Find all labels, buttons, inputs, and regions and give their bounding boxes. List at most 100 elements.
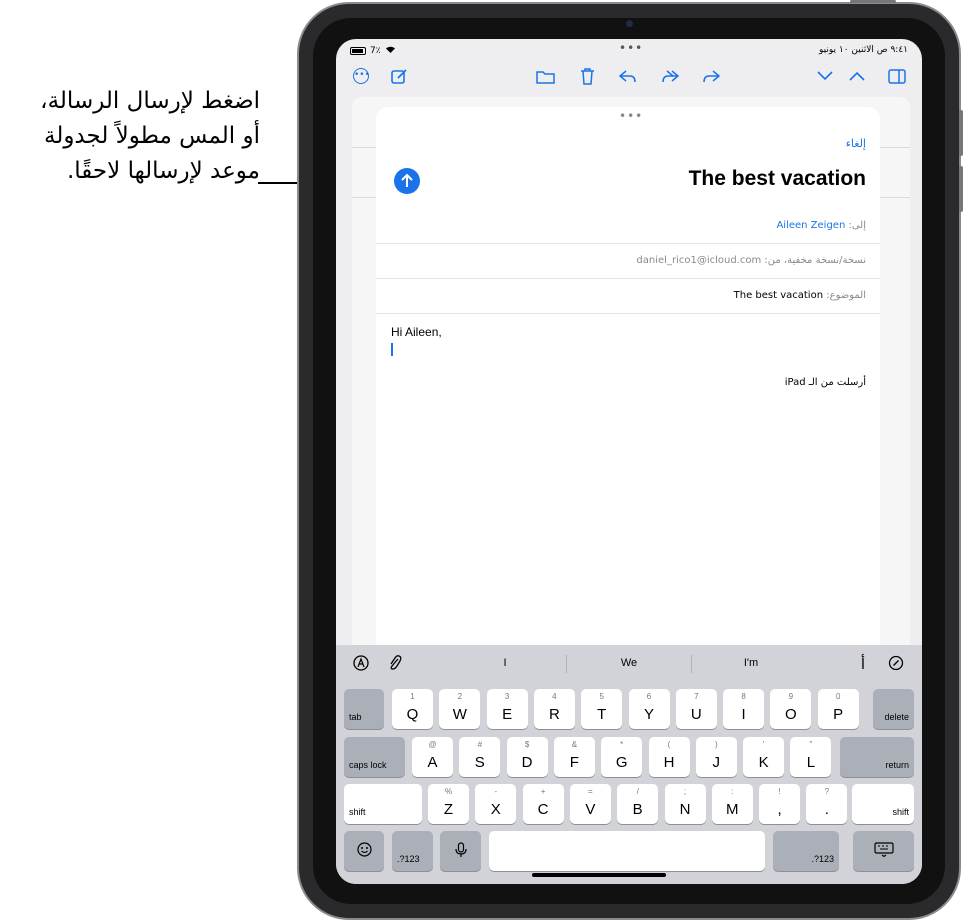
- cc-from-field[interactable]: نسخة/نسخة مخفية، من: daniel_rico1@icloud…: [376, 244, 880, 279]
- forward-icon[interactable]: [698, 63, 724, 89]
- to-recipient[interactable]: Aileen Zeigen: [776, 220, 845, 231]
- suggestion-2[interactable]: We: [599, 657, 659, 669]
- folder-icon[interactable]: [532, 63, 558, 89]
- delete-key[interactable]: delete: [873, 689, 914, 729]
- tab-key-label: tab: [349, 712, 362, 722]
- key-u[interactable]: 7U: [675, 689, 717, 729]
- suggestion-1[interactable]: I: [475, 657, 535, 669]
- key-punct[interactable]: ?.: [806, 784, 848, 824]
- language-key[interactable]: أ: [854, 655, 872, 673]
- key-l[interactable]: " L: [790, 737, 832, 777]
- key-h[interactable]: (H: [648, 737, 690, 777]
- key-label: K: [758, 754, 769, 771]
- chevron-down-icon[interactable]: [812, 63, 838, 89]
- trash-icon[interactable]: [574, 63, 600, 89]
- message-body[interactable]: Hi Aileen,: [391, 325, 442, 339]
- callout-line-3: موعد لإرسالها لاحقًا.: [66, 158, 260, 184]
- keyboard-dismiss-key[interactable]: [853, 831, 914, 871]
- key-label: D: [521, 754, 533, 771]
- key-alt-label: ;: [683, 787, 687, 796]
- key-y[interactable]: 6Y: [628, 689, 670, 729]
- sheet-grabber[interactable]: •••: [619, 109, 643, 123]
- send-callout: اضغط لإرسال الرسالة، أو المس مطولاً لجدو…: [0, 84, 260, 189]
- paperclip-icon[interactable]: [386, 655, 404, 673]
- to-field[interactable]: إلى: Aileen Zeigen: [376, 209, 880, 244]
- key-alt-label: ?: [824, 787, 830, 796]
- status-datetime: ٩:٤١ ص الاثنين ١٠ يونيو: [819, 45, 908, 55]
- reply-icon[interactable]: [614, 63, 640, 89]
- key-f[interactable]: & F: [553, 737, 595, 777]
- chevron-up-icon[interactable]: [844, 63, 870, 89]
- divider: [566, 655, 567, 673]
- key-z[interactable]: % Z: [428, 784, 469, 824]
- key-alt-label: !: [778, 787, 781, 796]
- key-s[interactable]: # S: [459, 737, 501, 777]
- key-n[interactable]: ; N: [664, 784, 706, 824]
- key-w[interactable]: 2W: [439, 689, 481, 729]
- numbers-left-key[interactable]: .?123: [392, 831, 433, 871]
- subject-field[interactable]: الموضوع: The best vacation: [376, 279, 880, 314]
- key-alt-label: *: [620, 740, 624, 749]
- key-r[interactable]: 4R: [533, 689, 575, 729]
- key-p[interactable]: 0P: [817, 689, 859, 729]
- key-m[interactable]: :M: [711, 784, 753, 824]
- subject-label: الموضوع:: [826, 290, 866, 301]
- key-alt-label: 3: [504, 692, 510, 701]
- key-alt-label: 5: [599, 692, 604, 701]
- shift-left-key[interactable]: shift: [344, 784, 422, 824]
- cancel-button[interactable]: إلغاء: [846, 137, 866, 150]
- key-k[interactable]: ' K: [743, 737, 785, 777]
- caps-lock-key[interactable]: caps lock: [344, 737, 405, 777]
- key-t[interactable]: 5T: [581, 689, 623, 729]
- key-g[interactable]: * G: [601, 737, 643, 777]
- key-label: M: [726, 801, 739, 818]
- mic-key[interactable]: [440, 831, 481, 871]
- key-q[interactable]: 1Q: [392, 689, 433, 729]
- delete-key-label: delete: [884, 712, 909, 722]
- reply-all-icon[interactable]: [656, 63, 682, 89]
- key-alt-label: 1: [410, 692, 415, 701]
- key-label: W: [452, 706, 467, 723]
- return-key[interactable]: return: [840, 737, 914, 777]
- from-address[interactable]: daniel_rico1@icloud.com: [636, 255, 761, 266]
- suggestion-3[interactable]: I'm: [721, 657, 781, 669]
- key-o[interactable]: 9O: [770, 689, 812, 729]
- key-a[interactable]: @ A: [412, 737, 453, 777]
- power-button: [850, 0, 896, 3]
- send-button[interactable]: [394, 168, 420, 194]
- emoji-key[interactable]: [344, 831, 384, 871]
- key-label: O: [785, 706, 797, 723]
- tab-key[interactable]: tab: [344, 689, 384, 729]
- writing-tools-icon[interactable]: [887, 655, 905, 673]
- subject-input[interactable]: The best vacation: [734, 290, 823, 301]
- key-alt-label: %: [444, 787, 453, 796]
- space-bar[interactable]: [489, 831, 765, 871]
- cc-label: نسخة/نسخة مخفية، من:: [764, 255, 866, 266]
- key-alt-label: ): [714, 740, 718, 749]
- compose-icon[interactable]: [386, 63, 412, 89]
- key-b[interactable]: / B: [617, 784, 659, 824]
- key-alt-label: 7: [694, 692, 699, 701]
- key-c[interactable]: + C: [522, 784, 564, 824]
- signature[interactable]: أرسلت من الـ iPad: [785, 377, 866, 388]
- key-e[interactable]: 3E: [486, 689, 528, 729]
- key-punct[interactable]: !,: [759, 784, 801, 824]
- key-j[interactable]: ) J: [695, 737, 737, 777]
- key-i[interactable]: 8I: [723, 689, 765, 729]
- key-x[interactable]: -X: [475, 784, 517, 824]
- status-left: ‎7٪‎: [350, 45, 396, 57]
- ellipsis-circle-icon[interactable]: •••: [348, 63, 374, 89]
- camera-icon: [626, 20, 633, 27]
- text-format-icon[interactable]: [352, 655, 370, 673]
- key-label: C: [537, 801, 549, 818]
- numbers-right-key[interactable]: .?123: [773, 831, 839, 871]
- key-label: Z: [443, 801, 454, 818]
- multitask-dots[interactable]: •••: [619, 41, 643, 55]
- key-d[interactable]: $ D: [506, 737, 548, 777]
- key-label: I: [741, 706, 746, 723]
- key-alt-label: #: [477, 740, 483, 749]
- sidebar-icon[interactable]: [884, 63, 910, 89]
- key-v[interactable]: = V: [569, 784, 611, 824]
- screen: ‎7٪‎ ••• ٩:٤١ ص الاثنين ١٠ يونيو •••: [336, 39, 922, 884]
- shift-right-key[interactable]: shift: [852, 784, 914, 824]
